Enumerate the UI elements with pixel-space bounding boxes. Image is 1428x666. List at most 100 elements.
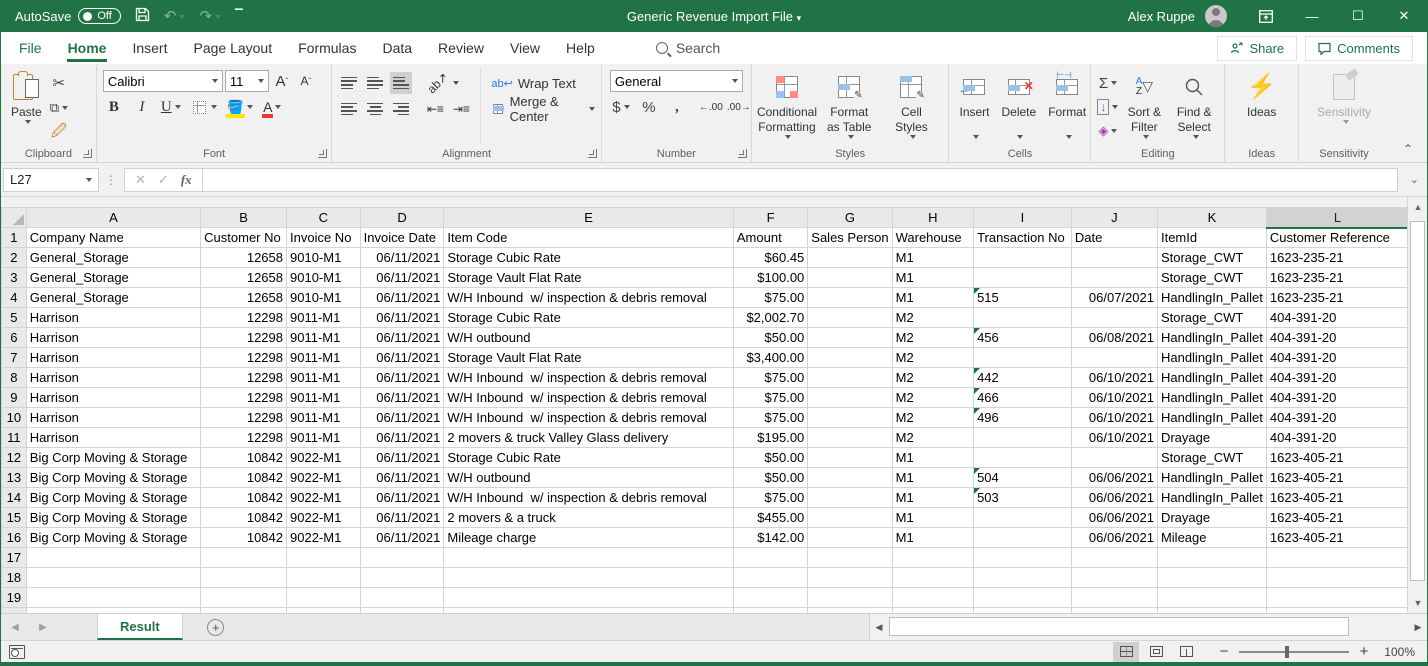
cell-A17[interactable] — [26, 548, 200, 568]
minimize-button[interactable]: — — [1289, 0, 1335, 32]
column-header-E[interactable]: E — [444, 208, 734, 228]
cell-A18[interactable] — [26, 568, 200, 588]
row-header-14[interactable]: 14 — [2, 488, 27, 508]
cell-D18[interactable] — [360, 568, 444, 588]
cell-J18[interactable] — [1071, 568, 1157, 588]
cell-J10[interactable]: 06/10/2021 — [1071, 408, 1157, 428]
cell-D15[interactable]: 06/11/2021 — [360, 508, 444, 528]
align-top-button[interactable] — [338, 72, 360, 94]
cell-B7[interactable]: 12298 — [201, 348, 287, 368]
row-header-5[interactable]: 5 — [2, 308, 27, 328]
clear-button[interactable]: ◈ — [1095, 120, 1120, 142]
borders-button[interactable] — [189, 96, 219, 118]
cell-J4[interactable]: 06/07/2021 — [1071, 288, 1157, 308]
cell-L18[interactable] — [1266, 568, 1408, 588]
cell-D19[interactable] — [360, 588, 444, 608]
cell-E8[interactable]: W/H Inbound w/ inspection & debris remov… — [444, 368, 734, 388]
tab-page-layout[interactable]: Page Layout — [180, 34, 285, 62]
cell-C17[interactable] — [287, 548, 361, 568]
align-bottom-button[interactable] — [390, 72, 412, 94]
cell-J5[interactable] — [1071, 308, 1157, 328]
bold-button[interactable]: B — [103, 96, 125, 118]
cell-B3[interactable]: 12658 — [201, 268, 287, 288]
cell-L7[interactable]: 404-391-20 — [1266, 348, 1408, 368]
cell-D16[interactable]: 06/11/2021 — [360, 528, 444, 548]
cell-I4[interactable]: 515 — [974, 288, 1072, 308]
cell-L14[interactable]: 1623-405-21 — [1266, 488, 1408, 508]
cell-I3[interactable] — [974, 268, 1072, 288]
cell-D13[interactable]: 06/11/2021 — [360, 468, 444, 488]
italic-button[interactable]: I — [131, 96, 153, 118]
tab-data[interactable]: Data — [369, 34, 425, 62]
cell-G11[interactable] — [808, 428, 892, 448]
cancel-formula-icon[interactable]: ✕ — [135, 172, 146, 188]
cell-H15[interactable]: M1 — [892, 508, 973, 528]
comma-format-button[interactable]: , — [666, 96, 688, 118]
cell-H11[interactable]: M2 — [892, 428, 973, 448]
zoom-slider-thumb[interactable] — [1285, 646, 1289, 658]
cell-E17[interactable] — [444, 548, 734, 568]
row-header-16[interactable]: 16 — [2, 528, 27, 548]
column-header-A[interactable]: A — [26, 208, 200, 228]
cell-H16[interactable]: M1 — [892, 528, 973, 548]
cell-G7[interactable] — [808, 348, 892, 368]
cell-L19[interactable] — [1266, 588, 1408, 608]
ribbon-display-options-icon[interactable] — [1243, 0, 1289, 32]
column-header-H[interactable]: H — [892, 208, 973, 228]
alignment-dialog-launcher-icon[interactable] — [588, 149, 597, 158]
row-header-9[interactable]: 9 — [2, 388, 27, 408]
cell-C9[interactable]: 9011-M1 — [287, 388, 361, 408]
tab-review[interactable]: Review — [425, 34, 497, 62]
zoom-slider[interactable] — [1239, 651, 1349, 653]
row-header-18[interactable]: 18 — [2, 568, 27, 588]
cell-J12[interactable] — [1071, 448, 1157, 468]
cell-K18[interactable] — [1157, 568, 1266, 588]
cell-K19[interactable] — [1157, 588, 1266, 608]
cell-J8[interactable]: 06/10/2021 — [1071, 368, 1157, 388]
vertical-scroll-thumb[interactable] — [1410, 221, 1425, 581]
tab-home[interactable]: Home — [55, 34, 120, 62]
cell-C4[interactable]: 9010-M1 — [287, 288, 361, 308]
cell-E6[interactable]: W/H outbound — [444, 328, 734, 348]
close-button[interactable]: ✕ — [1381, 0, 1427, 32]
cell-H7[interactable]: M2 — [892, 348, 973, 368]
scroll-down-icon[interactable]: ▼ — [1408, 593, 1428, 613]
cell-J15[interactable]: 06/06/2021 — [1071, 508, 1157, 528]
horizontal-scroll-thumb[interactable] — [889, 617, 1349, 636]
cell-I9[interactable]: 466 — [974, 388, 1072, 408]
cell-J14[interactable]: 06/06/2021 — [1071, 488, 1157, 508]
cell-G9[interactable] — [808, 388, 892, 408]
cell-E1[interactable]: Item Code — [444, 228, 734, 248]
cell-B18[interactable] — [201, 568, 287, 588]
page-break-view-button[interactable] — [1173, 642, 1199, 662]
cell-H8[interactable]: M2 — [892, 368, 973, 388]
user-name[interactable]: Alex Ruppe — [1128, 9, 1195, 24]
cell-A4[interactable]: General_Storage — [26, 288, 200, 308]
search-input[interactable]: Search — [656, 40, 720, 56]
cell-F1[interactable]: Amount — [733, 228, 807, 248]
enter-formula-icon[interactable]: ✓ — [158, 172, 169, 188]
cell-K7[interactable]: HandlingIn_Pallet — [1157, 348, 1266, 368]
cell-L8[interactable]: 404-391-20 — [1266, 368, 1408, 388]
find-select-button[interactable]: Find & Select — [1168, 68, 1220, 144]
horizontal-scrollbar[interactable]: ◀ ▶ — [869, 614, 1427, 640]
cell-C12[interactable]: 9022-M1 — [287, 448, 361, 468]
cell-J17[interactable] — [1071, 548, 1157, 568]
format-painter-button[interactable]: 🖉 — [48, 122, 70, 144]
cell-J6[interactable]: 06/08/2021 — [1071, 328, 1157, 348]
formula-input[interactable] — [203, 168, 1398, 192]
cell-I11[interactable] — [974, 428, 1072, 448]
cell-A7[interactable]: Harrison — [26, 348, 200, 368]
cell-B19[interactable] — [201, 588, 287, 608]
cell-L13[interactable]: 1623-405-21 — [1266, 468, 1408, 488]
cell-K10[interactable]: HandlingIn_Pallet — [1157, 408, 1266, 428]
cell-L2[interactable]: 1623-235-21 — [1266, 248, 1408, 268]
cell-J19[interactable] — [1071, 588, 1157, 608]
name-box[interactable]: L27 — [3, 168, 99, 192]
cell-D7[interactable]: 06/11/2021 — [360, 348, 444, 368]
cell-E10[interactable]: W/H Inbound w/ inspection & debris remov… — [444, 408, 734, 428]
insert-function-icon[interactable]: fx — [181, 172, 192, 188]
number-dialog-launcher-icon[interactable] — [738, 149, 747, 158]
cell-H5[interactable]: M2 — [892, 308, 973, 328]
cell-J2[interactable] — [1071, 248, 1157, 268]
